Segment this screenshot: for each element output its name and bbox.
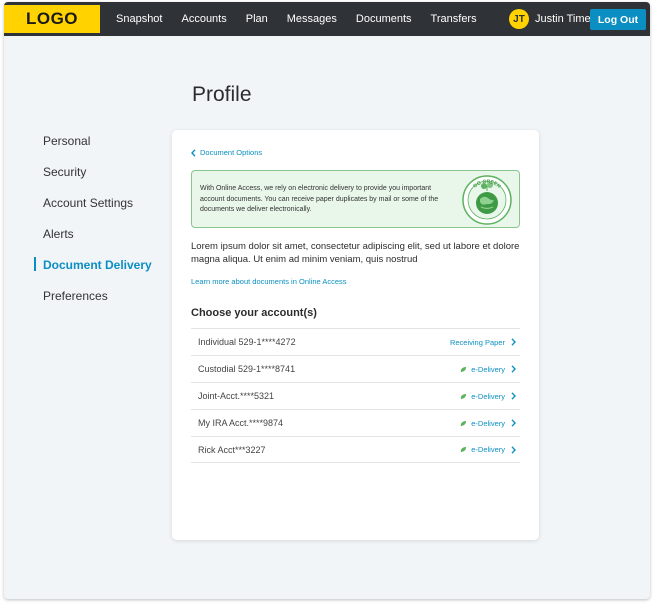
- nav-accounts[interactable]: Accounts: [181, 13, 226, 25]
- back-link-label: Document Options: [200, 148, 263, 157]
- sidebar-item-preferences[interactable]: Preferences: [34, 288, 152, 319]
- account-name: My IRA Acct.****9874: [198, 418, 284, 428]
- leaf-icon: [461, 366, 467, 372]
- nav-documents[interactable]: Documents: [356, 13, 412, 25]
- sidebar-item-personal[interactable]: Personal: [34, 133, 152, 164]
- online-access-banner: With Online Access, we rely on electroni…: [191, 170, 520, 228]
- go-green-badge-icon: GO GREEN: [462, 175, 512, 225]
- status-label: e-Delivery: [471, 418, 505, 428]
- delivery-status: e-Delivery: [460, 392, 516, 401]
- chevron-left-icon: [191, 148, 196, 157]
- sidebar-item-account-settings[interactable]: Account Settings: [34, 195, 152, 226]
- delivery-status: e-Delivery: [460, 445, 516, 454]
- account-row[interactable]: Rick Acct***3227 e-Delivery: [191, 436, 520, 463]
- back-link[interactable]: Document Options: [191, 148, 262, 157]
- chevron-right-icon: [511, 445, 516, 454]
- leaf-icon: [461, 446, 467, 453]
- logo[interactable]: LOGO: [4, 5, 100, 33]
- account-name: Rick Acct***3227: [198, 444, 266, 455]
- delivery-status: Receiving Paper: [450, 338, 516, 347]
- status-label: e-Delivery: [471, 391, 505, 401]
- chevron-right-icon: [511, 365, 516, 373]
- page-title: Profile: [192, 83, 252, 106]
- nav-plan[interactable]: Plan: [246, 13, 268, 25]
- delivery-status: e-Delivery: [460, 365, 516, 374]
- chevron-right-icon: [511, 419, 516, 427]
- account-name: Custodial 529-1****8741: [198, 364, 296, 374]
- intro-paragraph: Lorem ipsum dolor sit amet, consectetur …: [191, 241, 520, 265]
- leaf-icon: [461, 393, 467, 399]
- document-delivery-card: Document Options With Online Access, we …: [172, 130, 539, 540]
- status-label: Receiving Paper: [449, 337, 505, 347]
- status-label: e-Delivery: [471, 364, 505, 374]
- leaf-icon: [461, 420, 467, 426]
- main-nav: Snapshot Accounts Plan Messages Document…: [116, 2, 496, 36]
- sidebar-item-security[interactable]: Security: [34, 164, 152, 195]
- avatar: JT: [509, 9, 529, 29]
- logout-button[interactable]: Log Out: [590, 9, 646, 30]
- account-row[interactable]: Individual 529-1****4272 Receiving Paper: [191, 328, 520, 355]
- user-menu[interactable]: JT Justin Time: [509, 9, 591, 29]
- account-row[interactable]: Joint-Acct.****5321 e-Delivery: [191, 382, 520, 409]
- account-name: Joint-Acct.****5321: [198, 391, 275, 401]
- app-window: LOGO Snapshot Accounts Plan Messages Doc…: [4, 2, 650, 599]
- nav-messages[interactable]: Messages: [287, 13, 337, 25]
- delivery-status: e-Delivery: [460, 419, 516, 428]
- account-name: Individual 529-1****4272: [198, 337, 296, 347]
- banner-text: With Online Access, we rely on electroni…: [200, 185, 439, 213]
- sidebar-item-alerts[interactable]: Alerts: [34, 226, 152, 257]
- sidebar-item-document-delivery[interactable]: Document Delivery: [34, 257, 152, 288]
- status-label: e-Delivery: [471, 445, 505, 454]
- account-row[interactable]: My IRA Acct.****9874 e-Delivery: [191, 409, 520, 436]
- account-row[interactable]: Custodial 529-1****8741 e-Delivery: [191, 355, 520, 382]
- nav-snapshot[interactable]: Snapshot: [116, 13, 162, 25]
- section-title: Choose your account(s): [191, 307, 317, 319]
- chevron-right-icon: [511, 392, 516, 400]
- nav-transfers[interactable]: Transfers: [431, 13, 477, 25]
- learn-more-link[interactable]: Learn more about documents in Online Acc…: [191, 277, 347, 286]
- chevron-right-icon: [511, 338, 516, 346]
- user-name: Justin Time: [535, 13, 591, 25]
- account-list: Individual 529-1****4272 Receiving Paper…: [191, 328, 520, 463]
- profile-sidebar: Personal Security Account Settings Alert…: [34, 133, 152, 319]
- top-navigation-bar: LOGO Snapshot Accounts Plan Messages Doc…: [4, 2, 650, 36]
